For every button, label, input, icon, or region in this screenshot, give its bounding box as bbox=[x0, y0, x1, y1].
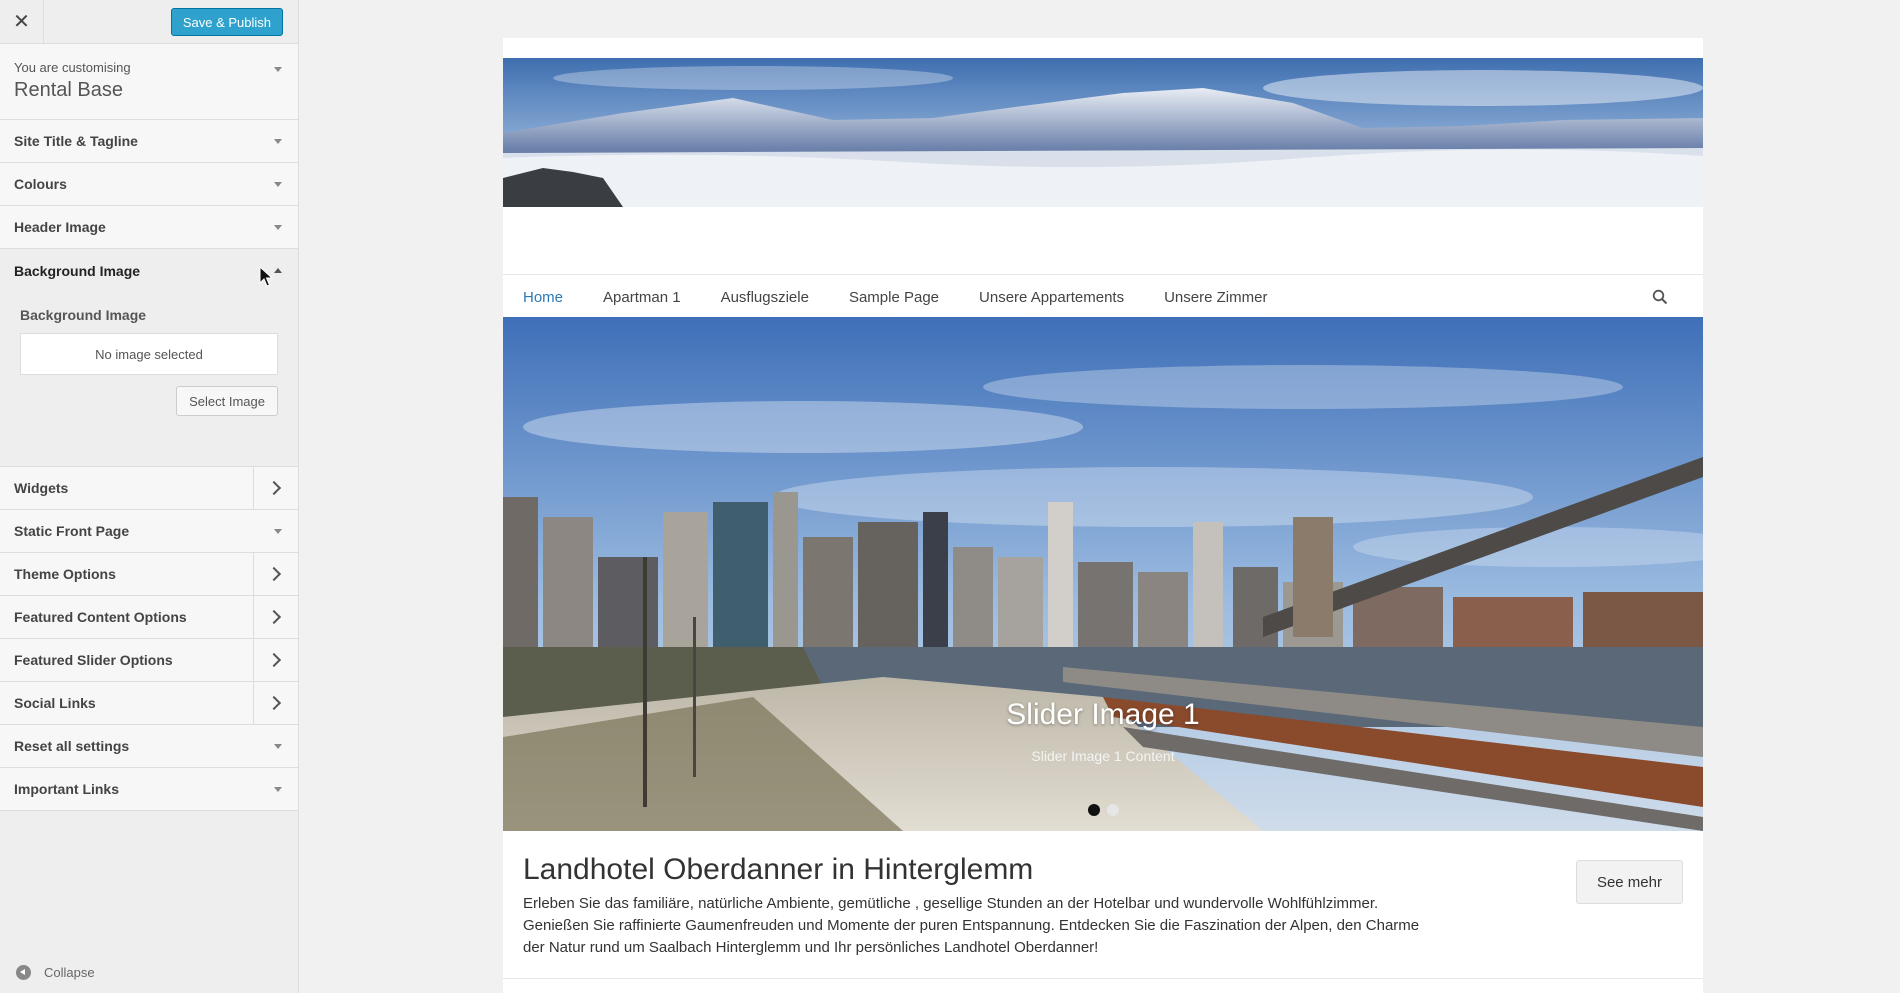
section-site-title[interactable]: Site Title & Tagline bbox=[0, 120, 298, 163]
section-label: Static Front Page bbox=[14, 523, 130, 539]
chevron-right-icon bbox=[253, 682, 298, 724]
divider bbox=[503, 978, 1703, 979]
background-image-control-title: Background Image bbox=[20, 307, 147, 323]
customising-label: You are customising bbox=[14, 60, 131, 75]
arrow-down-icon bbox=[274, 139, 282, 144]
chevron-right-icon bbox=[253, 553, 298, 595]
slider-dot-2[interactable] bbox=[1107, 804, 1119, 816]
header-image bbox=[503, 58, 1703, 207]
slider-content: Slider Image 1 Content bbox=[1031, 748, 1175, 764]
customizer-sidebar: ✕ Save & Publish You are customising Ren… bbox=[0, 0, 299, 993]
slider-dot-1[interactable] bbox=[1088, 804, 1100, 816]
search-icon[interactable] bbox=[1652, 289, 1668, 305]
section-header-image[interactable]: Header Image bbox=[0, 206, 298, 249]
chevron-right-icon bbox=[253, 467, 298, 509]
intro-text: Erleben Sie das familiäre, natürliche Am… bbox=[523, 895, 1420, 956]
mouse-cursor-icon bbox=[259, 266, 273, 287]
close-icon: ✕ bbox=[13, 11, 30, 33]
nav-home[interactable]: Home bbox=[523, 289, 563, 306]
arrow-up-icon bbox=[274, 268, 282, 273]
section-label: Reset all settings bbox=[14, 738, 130, 754]
main-navigation: Home Apartman 1 Ausflugsziele Sample Pag… bbox=[503, 274, 1703, 320]
section-label: Widgets bbox=[14, 480, 69, 496]
section-colours[interactable]: Colours bbox=[0, 163, 298, 206]
section-background-image[interactable]: Background Image bbox=[0, 249, 298, 292]
section-label: Featured Slider Options bbox=[14, 652, 173, 668]
arrow-down-icon bbox=[274, 225, 282, 230]
section-static-front-page[interactable]: Static Front Page bbox=[0, 510, 298, 553]
section-social-links[interactable]: Social Links bbox=[0, 682, 298, 725]
chevron-right-icon bbox=[253, 639, 298, 681]
section-important-links[interactable]: Important Links bbox=[0, 768, 298, 811]
section-theme-options[interactable]: Theme Options bbox=[0, 553, 298, 596]
theme-info[interactable]: You are customising Rental Base bbox=[0, 44, 298, 120]
arrow-down-icon bbox=[274, 182, 282, 187]
slider-title: Slider Image 1 bbox=[1006, 698, 1200, 731]
collapse-icon bbox=[16, 965, 31, 980]
see-more-button[interactable]: See mehr bbox=[1575, 860, 1683, 904]
section-label: Theme Options bbox=[14, 566, 116, 582]
intro-title: Landhotel Oberdanner in Hinterglemm bbox=[523, 853, 1034, 886]
nav-sample-page[interactable]: Sample Page bbox=[849, 289, 939, 306]
collapse-button[interactable]: Collapse bbox=[16, 965, 95, 980]
nav-ausflugsziele[interactable]: Ausflugsziele bbox=[721, 289, 809, 306]
arrow-down-icon bbox=[274, 787, 282, 792]
nav-apartman-1[interactable]: Apartman 1 bbox=[603, 289, 681, 306]
save-publish-button[interactable]: Save & Publish bbox=[170, 8, 283, 36]
arrow-down-icon bbox=[274, 67, 282, 72]
section-label: Header Image bbox=[14, 219, 106, 235]
select-image-button[interactable]: Select Image bbox=[176, 386, 278, 416]
section-label: Featured Content Options bbox=[14, 609, 187, 625]
nav-unsere-zimmer[interactable]: Unsere Zimmer bbox=[1164, 289, 1267, 306]
theme-name: Rental Base bbox=[14, 79, 123, 101]
section-label: Site Title & Tagline bbox=[14, 133, 138, 149]
section-reset[interactable]: Reset all settings bbox=[0, 725, 298, 768]
site-preview: Home Apartman 1 Ausflugsziele Sample Pag… bbox=[503, 38, 1703, 993]
background-image-panel: Background Image No image selected Selec… bbox=[0, 292, 298, 467]
collapse-label: Collapse bbox=[44, 965, 95, 980]
chevron-right-icon bbox=[253, 596, 298, 638]
arrow-down-icon bbox=[274, 744, 282, 749]
no-image-placeholder: No image selected bbox=[20, 333, 278, 375]
section-label: Background Image bbox=[14, 262, 141, 279]
customizer-header: ✕ Save & Publish bbox=[0, 0, 298, 44]
section-label: Social Links bbox=[14, 695, 96, 711]
section-label: Colours bbox=[14, 176, 67, 192]
section-featured-slider[interactable]: Featured Slider Options bbox=[0, 639, 298, 682]
close-button[interactable]: ✕ bbox=[0, 0, 44, 43]
section-label: Important Links bbox=[14, 781, 120, 797]
arrow-down-icon bbox=[274, 529, 282, 534]
section-widgets[interactable]: Widgets bbox=[0, 467, 298, 510]
nav-unsere-appartements[interactable]: Unsere Appartements bbox=[979, 289, 1124, 306]
section-featured-content[interactable]: Featured Content Options bbox=[0, 596, 298, 639]
